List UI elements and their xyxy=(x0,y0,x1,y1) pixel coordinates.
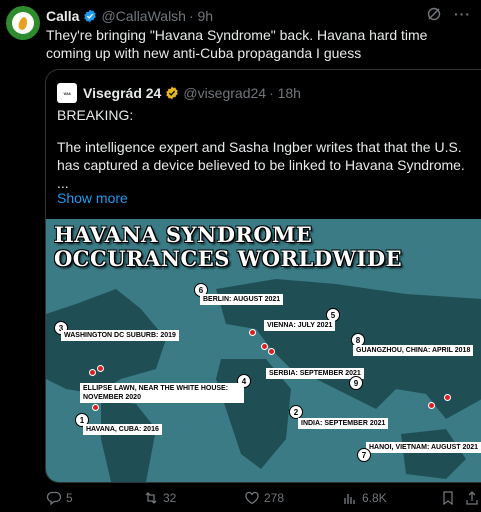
map-title: HAVANA SYNDROME OCCURANCES WORLDWIDE xyxy=(54,223,402,271)
dot-havana xyxy=(92,404,99,411)
label-india: INDIA: SEPTEMBER 2021 xyxy=(298,418,389,429)
label-washington: WASHINGTON DC SUBURB: 2019 xyxy=(61,330,179,341)
label-guangzhou: GUANGZHOU, CHINA: APRIL 2018 xyxy=(353,345,474,356)
share-icon xyxy=(466,491,478,505)
map-title-line2: OCCURANCES WORLDWIDE xyxy=(54,246,403,271)
marker-number-7: 7 xyxy=(357,448,371,462)
quoted-tweet[interactable]: V24 Visegrád 24 @visegrad24 · 18h BREAKI… xyxy=(45,69,481,483)
avatar[interactable] xyxy=(6,6,40,40)
retweet-icon xyxy=(145,492,157,504)
quote-time: · 18h xyxy=(269,85,301,101)
label-vienna: VIENNA: JULY 2021 xyxy=(264,320,336,331)
quote-line-breaking: BREAKING: xyxy=(57,107,134,123)
dot-berlin xyxy=(249,329,256,336)
views-count: 6.8K xyxy=(362,491,387,505)
bookmark-icon xyxy=(443,491,453,506)
like-button[interactable]: 278 xyxy=(244,490,284,506)
grok-icon[interactable] xyxy=(426,6,442,22)
views-button[interactable]: 6.8K xyxy=(342,490,387,506)
map-title-line1: HAVANA SYNDROME xyxy=(54,222,313,247)
action-bar: 5 32 278 6.8K xyxy=(46,488,481,508)
retweet-count: 32 xyxy=(163,491,177,505)
verified-badge-icon xyxy=(84,9,97,23)
more-options-icon[interactable]: ··· xyxy=(454,6,471,22)
label-havana: HAVANA, CUBA: 2016 xyxy=(83,424,162,435)
heart-icon xyxy=(245,491,259,505)
label-hanoi: HANOI, VIETNAM: AUGUST 2021 xyxy=(366,442,481,453)
bookmark-button[interactable] xyxy=(440,490,456,506)
author-handle[interactable]: @CallaWalsh xyxy=(101,8,186,24)
map-image[interactable]: HAVANA SYNDROME OCCURANCES WORLDWIDE 6 B… xyxy=(46,219,481,482)
views-chart-icon xyxy=(344,494,355,504)
reply-icon xyxy=(46,491,62,506)
label-ellipse-text: ELLIPSE LAWN, NEAR THE WHITE HOUSE: NOVE… xyxy=(83,385,229,401)
marker-number-9: 9 xyxy=(349,376,363,390)
dot-ellipse xyxy=(89,369,96,376)
dot-serbia xyxy=(268,348,275,355)
share-button[interactable] xyxy=(464,490,480,506)
reply-button[interactable]: 5 xyxy=(46,490,73,506)
reply-count: 5 xyxy=(66,491,73,505)
tweet-text: They're bringing "Havana Syndrome" back.… xyxy=(46,27,428,61)
dot-vienna xyxy=(261,343,268,350)
dot-guangzhou xyxy=(444,394,451,401)
marker-number-2: 2 xyxy=(289,405,303,419)
quote-author-name[interactable]: Visegrád 24 xyxy=(83,85,161,101)
tweet-header: Calla @CallaWalsh · 9h ··· xyxy=(46,6,471,26)
label-berlin: BERLIN: AUGUST 2021 xyxy=(200,294,284,305)
quote-header: V24 Visegrád 24 @visegrad24 · 18h xyxy=(57,83,301,103)
like-count: 278 xyxy=(264,491,285,505)
leaf-logo-icon xyxy=(12,12,34,34)
tweet-time[interactable]: · 9h xyxy=(189,8,213,24)
quote-author-handle[interactable]: @visegrad24 xyxy=(183,85,266,101)
quote-avatar[interactable]: V24 xyxy=(57,83,77,103)
retweet-button[interactable]: 32 xyxy=(143,490,176,506)
label-ellipse: ELLIPSE LAWN, NEAR THE WHITE HOUSE: NOVE… xyxy=(80,383,244,403)
author-name[interactable]: Calla xyxy=(46,8,79,24)
verified-gold-badge-icon xyxy=(166,86,179,100)
dot-hanoi xyxy=(428,402,435,409)
label-serbia: SERBIA: SEPTEMBER 2021 xyxy=(266,368,364,379)
dot-washington xyxy=(97,365,104,372)
quote-line-main: The intelligence expert and Sasha Ingber… xyxy=(57,139,465,173)
show-more-link[interactable]: Show more xyxy=(57,190,128,206)
